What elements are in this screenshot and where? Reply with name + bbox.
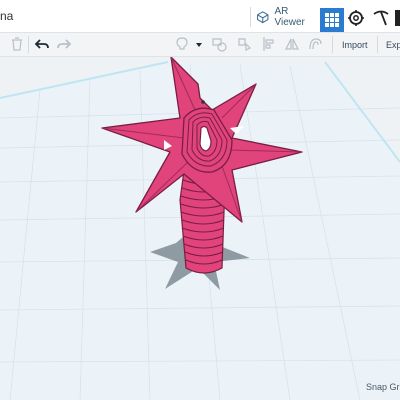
export-button[interactable]: Expo [386,40,400,50]
divider [28,36,29,53]
ar-viewer-button[interactable]: AR Viewer [255,6,315,28]
trash-icon[interactable] [9,36,25,52]
align-icon[interactable] [261,36,277,52]
top-bar: na AR Viewer [0,0,400,33]
redo-icon[interactable] [56,36,72,52]
import-button[interactable]: Import [342,40,368,50]
light-bulb-icon[interactable] [174,36,190,52]
workplane-icon[interactable] [307,36,323,52]
grid-icon [325,13,339,27]
grid-view-button[interactable] [320,8,344,32]
divider [250,7,251,27]
snap-grid-label[interactable]: Snap Grid [366,382,400,392]
block-icon[interactable] [395,10,400,26]
ar-viewer-label: AR Viewer [274,6,305,28]
handle-dot [201,100,205,104]
design-title[interactable]: na [0,9,13,23]
ar-cube-icon [257,11,269,24]
divider [332,36,333,53]
workplane-canvas[interactable] [0,57,400,400]
divider [377,36,378,53]
pickaxe-icon[interactable] [372,9,390,27]
mirror-icon[interactable] [284,36,300,52]
gear-hand-icon[interactable] [347,9,365,27]
shape-group-icon[interactable] [211,36,227,52]
edit-toolbar: Import Expo [0,33,400,57]
undo-icon[interactable] [34,36,50,52]
ungroup-icon[interactable] [236,36,252,52]
dropdown-icon[interactable] [194,36,204,52]
